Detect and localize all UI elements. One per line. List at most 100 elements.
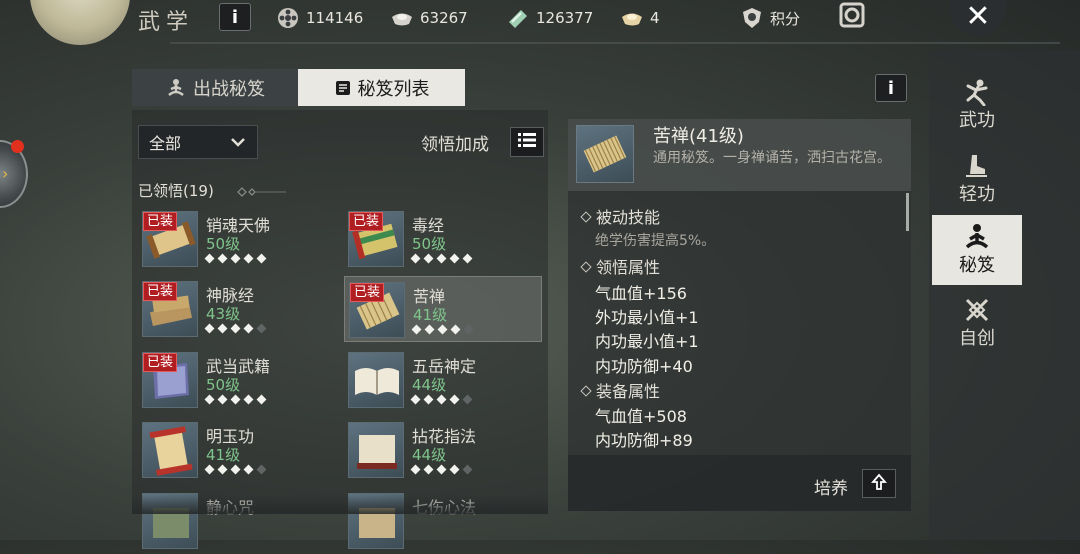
star-diamond-icon [410, 253, 421, 264]
star-diamond-icon [230, 323, 241, 334]
martial-figure-icon [962, 78, 992, 106]
star-diamond-icon [204, 464, 215, 475]
title-info-button[interactable]: i [219, 3, 251, 31]
manual-card[interactable]: 已装 销魂天佛 50级 [138, 206, 336, 272]
manual-thumbnail: 已装 [142, 211, 198, 267]
header-divider [170, 42, 1060, 44]
star-diamond-icon [204, 394, 215, 405]
star-diamond-icon [256, 253, 267, 264]
equip-stat: 内功防御+89 [595, 431, 693, 450]
comprehend-stat: 气血值+156 [595, 284, 687, 303]
star-diamond-icon [411, 324, 422, 335]
equipped-badge: 已装 [143, 353, 178, 372]
detail-footer [568, 455, 911, 511]
star-diamond-icon [424, 324, 435, 335]
star-diamond-icon [436, 464, 447, 475]
cultivate-button[interactable] [862, 469, 896, 498]
manual-tabs: 出战秘笈 秘笈列表 [132, 69, 465, 106]
sidenav-item-manuals[interactable]: 秘笈 [932, 215, 1022, 285]
bonus-list-button[interactable] [510, 127, 544, 157]
star-diamond-icon [256, 323, 267, 334]
silver-ingot-icon [390, 7, 414, 29]
star-diamond-icon [204, 253, 215, 264]
panel-info-button[interactable]: i [875, 74, 907, 102]
comprehend-stat: 内功最小值+1 [595, 332, 699, 351]
passive-skill-title: 被动技能 [596, 208, 661, 227]
star-diamond-icon [217, 394, 228, 405]
detail-name: 苦禅(41级) [653, 126, 744, 147]
points-button[interactable]: 积分 [740, 6, 800, 30]
sidenav-item-lightness[interactable]: 轻功 [932, 144, 1022, 214]
comprehend-attr-heading: 领悟属性 [580, 254, 661, 278]
star-diamond-icon [217, 464, 228, 475]
resource-value: 126377 [536, 9, 594, 27]
manual-card[interactable]: 五岳神定 44级 [344, 347, 542, 413]
manual-level: 44级 [412, 376, 447, 394]
manual-card[interactable]: 已装 武当武籍 50级 [138, 347, 336, 413]
manual-thumbnail: 已装 [142, 352, 198, 408]
star-diamond-icon [230, 394, 241, 405]
tab-label: 出战秘笈 [193, 78, 265, 100]
cultivate-label: 培养 [814, 479, 848, 499]
page-title: 武学 [138, 10, 195, 35]
sidenav-label: 武功 [959, 110, 995, 131]
star-diamond-icon [449, 394, 460, 405]
equip-attr-title: 装备属性 [596, 382, 661, 401]
manual-card[interactable]: 已装 神脉经 43级 [138, 276, 336, 342]
star-diamond-icon [423, 394, 434, 405]
manual-level: 41级 [413, 306, 448, 324]
star-diamond-icon [462, 394, 473, 405]
star-rating [410, 464, 473, 475]
resource-value: 63267 [420, 9, 468, 27]
sidenav-item-self-created[interactable]: 自创 [932, 288, 1022, 358]
filter-dropdown[interactable]: 全部 [138, 125, 258, 159]
star-diamond-icon [256, 394, 267, 405]
manual-card[interactable]: 已装 毒经 50级 [344, 206, 542, 272]
close-icon: ✕ [965, 0, 991, 34]
comprehend-attr-title: 领悟属性 [596, 258, 661, 277]
manual-level: 50级 [412, 235, 447, 253]
tab-battle-manuals[interactable]: 出战秘笈 [132, 69, 298, 106]
manual-level: 50级 [206, 235, 241, 253]
passive-skill-heading: 被动技能 [580, 204, 661, 228]
sidenav-item-martial[interactable]: 武功 [932, 70, 1022, 140]
settings-button[interactable] [838, 1, 872, 29]
manual-card[interactable]: 明玉功 41级 [138, 417, 336, 483]
star-rating [204, 464, 267, 475]
manual-thumbnail: 已装 [142, 281, 198, 337]
flying-boot-icon [963, 152, 991, 180]
chevron-right-icon: › [2, 164, 9, 183]
manual-thumbnail [348, 352, 404, 408]
arrow-up-icon [871, 473, 887, 495]
star-diamond-icon [423, 253, 434, 264]
manual-card[interactable]: 已装 苦禅 41级 [344, 276, 542, 342]
manual-card[interactable]: 拈花指法 44级 [344, 417, 542, 483]
manual-thumbnail: 已装 [348, 211, 404, 267]
star-rating [411, 324, 474, 335]
manual-level: 41级 [206, 446, 241, 464]
resource-silver: 63267 [390, 6, 468, 30]
star-diamond-icon [217, 323, 228, 334]
crossed-swords-icon [963, 296, 991, 324]
star-diamond-icon [204, 323, 215, 334]
star-diamond-icon [243, 394, 254, 405]
star-rating [410, 394, 473, 405]
comprehend-stat: 外功最小值+1 [595, 308, 699, 327]
gear-frame-icon [838, 1, 866, 29]
book-icon [334, 79, 352, 97]
star-diamond-icon [462, 464, 473, 475]
star-diamond-icon [243, 253, 254, 264]
tab-manual-list[interactable]: 秘笈列表 [298, 69, 465, 106]
detail-scrollbar[interactable] [906, 193, 909, 231]
meditation-icon [962, 223, 992, 251]
resource-value: 4 [650, 9, 660, 27]
passive-skill-text: 绝学伤害提高5%。 [595, 233, 716, 249]
star-diamond-icon [217, 253, 228, 264]
close-button[interactable]: ✕ [950, 0, 1006, 36]
equipped-badge: 已装 [143, 212, 178, 231]
star-diamond-icon [423, 464, 434, 475]
star-diamond-icon [437, 324, 448, 335]
star-diamond-icon [436, 253, 447, 264]
ornament-line-icon [236, 183, 286, 202]
filter-dropdown-value: 全部 [149, 134, 182, 153]
